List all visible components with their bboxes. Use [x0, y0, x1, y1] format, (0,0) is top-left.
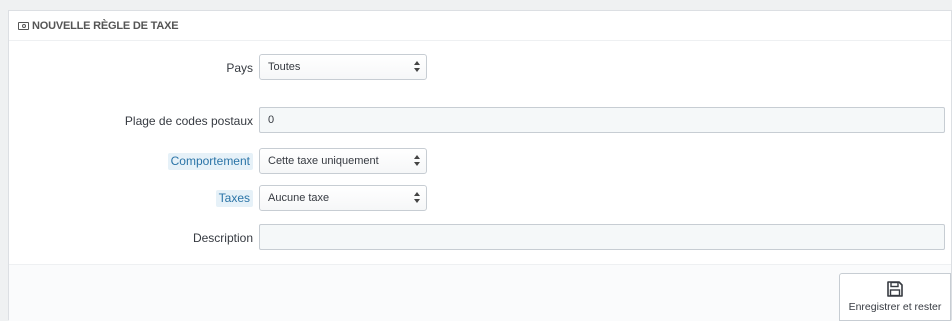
- floppy-disk-icon: [887, 281, 903, 297]
- behavior-label[interactable]: Comportement: [167, 153, 253, 170]
- panel-footer: Enregistrer et rester: [9, 264, 951, 321]
- tax-label[interactable]: Taxes: [215, 190, 253, 207]
- description-row: Description: [9, 224, 952, 252]
- save-and-stay-button[interactable]: Enregistrer et rester: [839, 273, 951, 321]
- tax-row: Taxes Aucune taxe: [9, 185, 952, 213]
- select-arrows-icon: [414, 155, 420, 167]
- zipcode-input[interactable]: [259, 107, 945, 133]
- behavior-select[interactable]: Cette taxe uniquement: [259, 148, 427, 174]
- zipcode-label: Plage de codes postaux: [124, 114, 253, 128]
- tax-rule-panel: NOUVELLE RÈGLE DE TAXE Pays Toutes Plage…: [8, 10, 952, 321]
- country-select-value: Toutes: [268, 61, 301, 73]
- tax-select[interactable]: Aucune taxe: [259, 185, 427, 211]
- panel-title: NOUVELLE RÈGLE DE TAXE: [32, 19, 179, 32]
- country-row: Pays Toutes: [9, 54, 952, 82]
- zipcode-row: Plage de codes postaux: [9, 107, 952, 135]
- description-input[interactable]: [259, 224, 945, 250]
- country-label: Pays: [226, 61, 253, 75]
- panel-heading: NOUVELLE RÈGLE DE TAXE: [9, 11, 951, 41]
- select-arrows-icon: [414, 61, 420, 73]
- description-label: Description: [192, 231, 253, 245]
- behavior-select-value: Cette taxe uniquement: [268, 155, 379, 167]
- select-arrows-icon: [414, 192, 420, 204]
- tax-select-value: Aucune taxe: [268, 192, 330, 204]
- country-select[interactable]: Toutes: [259, 54, 427, 80]
- behavior-row: Comportement Cette taxe uniquement: [9, 148, 952, 176]
- save-and-stay-label: Enregistrer et rester: [848, 301, 942, 313]
- money-icon: [18, 21, 29, 30]
